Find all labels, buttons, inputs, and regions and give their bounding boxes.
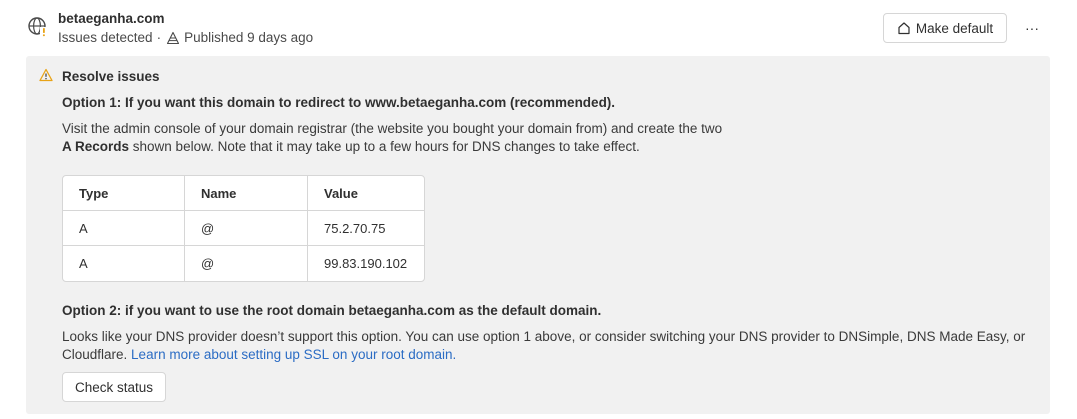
option1-desc-line1: Visit the admin console of your domain r… <box>62 121 723 136</box>
home-icon <box>897 21 911 35</box>
domain-name[interactable]: betaeganha.com <box>58 11 165 26</box>
cone-icon <box>166 31 180 45</box>
domain-header: betaeganha.com Issues detected · Publish… <box>0 0 1077 56</box>
make-default-label: Make default <box>915 20 994 36</box>
dns-records-table: Type Name Value A @ 75.2.70.75 A @ 99.83… <box>62 175 425 282</box>
make-default-button[interactable]: Make default <box>883 13 1007 43</box>
column-header-type: Type <box>63 176 185 210</box>
check-status-button[interactable]: Check status <box>62 372 166 402</box>
issues-status: Issues detected <box>58 30 153 45</box>
resolve-issues-panel: Resolve issues Option 1: If you want thi… <box>26 56 1050 414</box>
table-header-row: Type Name Value <box>63 176 424 211</box>
column-header-name: Name <box>185 176 308 210</box>
published-text: Published 9 days ago <box>184 30 314 45</box>
option2-heading: Option 2: if you want to use the root do… <box>62 303 602 318</box>
record-type: A <box>63 246 185 281</box>
record-value: 99.83.190.102 <box>324 256 408 271</box>
resolve-issues-title: Resolve issues <box>62 69 160 84</box>
record-type: A <box>63 211 185 245</box>
record-value: 75.2.70.75 <box>324 220 386 236</box>
separator: · <box>156 30 162 45</box>
column-header-value: Value <box>324 185 358 201</box>
option1-description: Visit the admin console of your domain r… <box>62 120 822 156</box>
option1-desc-line2: shown below. Note that it may take up to… <box>129 139 640 154</box>
option1-desc-bold: A Records <box>62 139 130 154</box>
table-row: A @ 75.2.70.75 <box>63 211 424 246</box>
domain-status-line: Issues detected · Published 9 days ago <box>58 30 313 45</box>
table-row: A @ 99.83.190.102 <box>63 246 424 281</box>
warning-triangle-icon <box>39 68 53 82</box>
more-actions-button[interactable]: ··· <box>1020 16 1044 40</box>
ssl-root-domain-link[interactable]: Learn more about setting up SSL on your … <box>131 347 456 362</box>
record-name: @ <box>185 246 308 281</box>
globe-warning-icon <box>27 16 49 38</box>
option1-heading: Option 1: If you want this domain to red… <box>62 95 616 110</box>
record-name: @ <box>185 211 308 245</box>
option2-description: Looks like your DNS provider doesn’t sup… <box>62 328 1042 364</box>
